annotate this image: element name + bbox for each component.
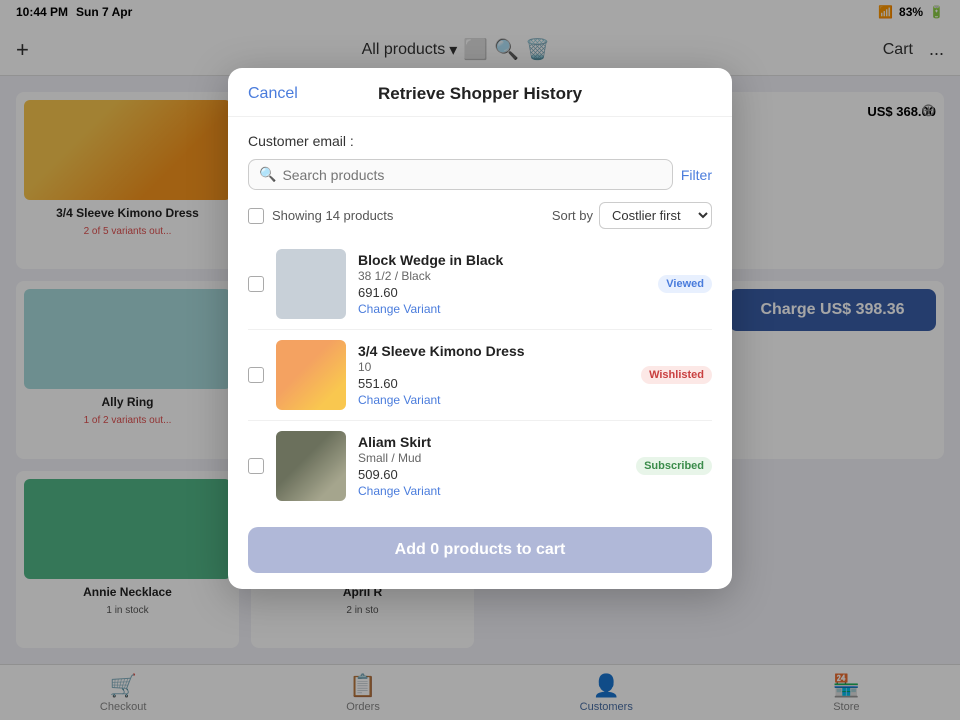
row-checkbox-col <box>248 458 264 474</box>
change-variant-link[interactable]: Change Variant <box>358 484 624 498</box>
status-badge: Subscribed <box>636 457 712 475</box>
product-row: Block Wedge in Black 38 1/2 / Black 691.… <box>248 239 712 330</box>
product-thumbnail <box>276 340 346 410</box>
filter-button[interactable]: Filter <box>681 167 712 183</box>
product-name: Block Wedge in Black <box>358 252 646 268</box>
modal-body: Customer email : 🔍 Filter Showing 14 pro… <box>228 117 732 511</box>
add-to-cart-button[interactable]: Add 0 products to cart <box>248 527 712 573</box>
search-bar: 🔍 Filter <box>248 159 712 190</box>
customer-email-label: Customer email : <box>248 133 712 149</box>
modal-footer: Add 0 products to cart <box>228 511 732 573</box>
status-badge: Wishlisted <box>641 366 712 384</box>
change-variant-link[interactable]: Change Variant <box>358 393 629 407</box>
modal-title: Retrieve Shopper History <box>378 84 582 104</box>
product-row: Aliam Skirt Small / Mud 509.60 Change Va… <box>248 421 712 511</box>
product-name: 3/4 Sleeve Kimono Dress <box>358 343 629 359</box>
product-row: 3/4 Sleeve Kimono Dress 10 551.60 Change… <box>248 330 712 421</box>
search-input[interactable] <box>282 167 661 183</box>
row-checkbox[interactable] <box>248 276 264 292</box>
product-variant: Small / Mud <box>358 451 624 465</box>
status-badge: Viewed <box>658 275 712 293</box>
select-all-checkbox[interactable] <box>248 208 264 224</box>
cancel-button[interactable]: Cancel <box>248 85 298 103</box>
showing-text: Showing 14 products <box>272 208 393 223</box>
search-input-wrap: 🔍 <box>248 159 673 190</box>
product-thumbnail <box>276 249 346 319</box>
product-price: 509.60 <box>358 467 624 482</box>
product-price: 551.60 <box>358 376 629 391</box>
product-variant: 38 1/2 / Black <box>358 269 646 283</box>
row-checkbox[interactable] <box>248 367 264 383</box>
product-variant: 10 <box>358 360 629 374</box>
product-info: Block Wedge in Black 38 1/2 / Black 691.… <box>358 252 646 316</box>
product-thumbnail <box>276 431 346 501</box>
row-checkbox-col <box>248 276 264 292</box>
product-list: Block Wedge in Black 38 1/2 / Black 691.… <box>248 239 712 511</box>
product-price: 691.60 <box>358 285 646 300</box>
search-icon: 🔍 <box>259 166 276 183</box>
list-controls: Showing 14 products Sort by Costlier fir… <box>248 202 712 229</box>
product-name: Aliam Skirt <box>358 434 624 450</box>
row-checkbox[interactable] <box>248 458 264 474</box>
product-info: Aliam Skirt Small / Mud 509.60 Change Va… <box>358 434 624 498</box>
product-info: 3/4 Sleeve Kimono Dress 10 551.60 Change… <box>358 343 629 407</box>
sort-by-label: Sort by <box>552 208 593 223</box>
sort-wrap: Sort by Costlier first Cheaper first New… <box>552 202 712 229</box>
modal-header: Cancel Retrieve Shopper History <box>228 68 732 117</box>
select-all-row: Showing 14 products <box>248 208 393 224</box>
retrieve-shopper-history-modal: Cancel Retrieve Shopper History Customer… <box>228 68 732 589</box>
row-checkbox-col <box>248 367 264 383</box>
change-variant-link[interactable]: Change Variant <box>358 302 646 316</box>
sort-select[interactable]: Costlier first Cheaper first Newest firs… <box>599 202 712 229</box>
